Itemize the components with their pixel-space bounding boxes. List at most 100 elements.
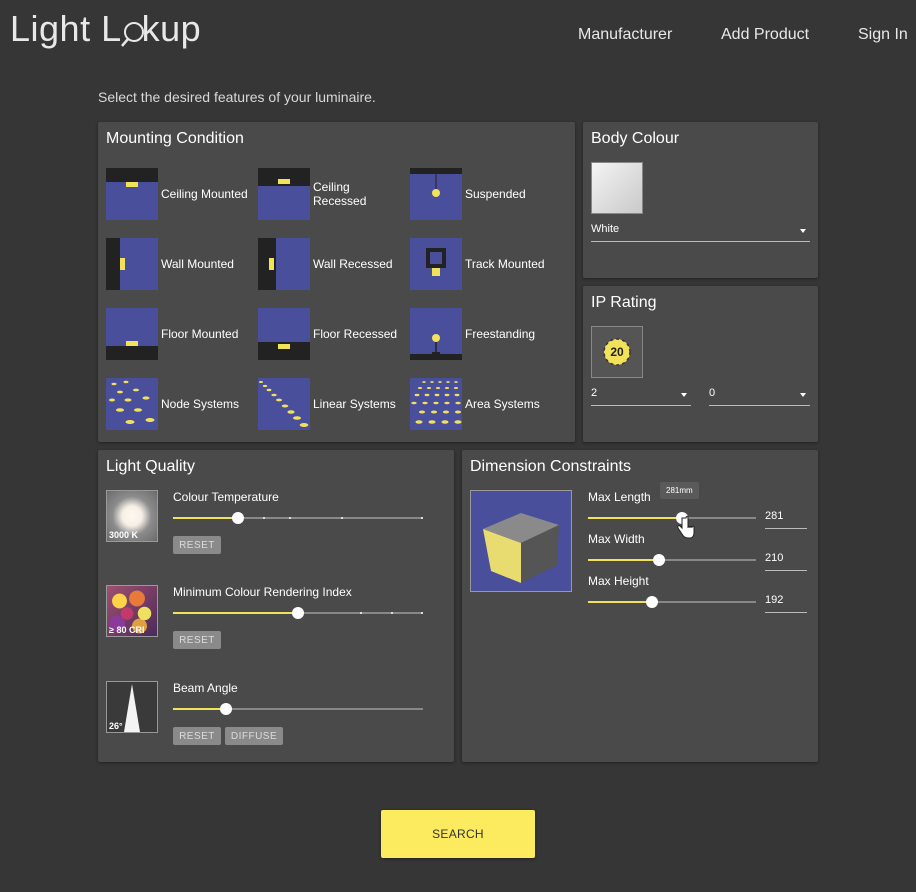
max-width-input[interactable]: 210 [765,552,807,571]
mount-label: Linear Systems [313,397,396,411]
nav-manufacturer[interactable]: Manufacturer [578,26,672,44]
mount-track-mounted[interactable]: Track Mounted [410,238,560,290]
max-width-slider[interactable] [588,554,756,566]
beam-angle-slider[interactable] [173,703,423,715]
body-colour-panel: Body Colour White [583,122,818,278]
mount-wall-recessed[interactable]: Wall Recessed [258,238,408,290]
track-mounted-icon [410,238,462,290]
mount-ceiling-recessed[interactable]: Ceiling Recessed [258,168,408,220]
mount-label: Area Systems [465,397,540,411]
wall-recessed-icon [258,238,310,290]
mount-label: Ceiling Mounted [161,187,248,201]
mount-freestanding[interactable]: Freestanding [410,308,560,360]
dimension-title: Dimension Constraints [470,458,631,475]
body-colour-value: White [591,223,620,235]
colour-temperature-slider[interactable] [173,512,423,524]
mount-label: Track Mounted [465,257,545,271]
area-systems-icon [410,378,462,430]
ip-rating-panel: IP Rating 20 2 0 [583,286,818,442]
wall-mounted-icon [106,238,158,290]
floor-mounted-icon [106,308,158,360]
mount-linear-systems[interactable]: Linear Systems [258,378,408,430]
mount-label: Node Systems [161,397,240,411]
slider-tick [263,517,265,519]
floor-recessed-icon [258,308,310,360]
slider-tick [360,612,362,614]
cri-caption: ≥ 80 CRI [109,625,145,635]
dimension-thumbnail [470,490,572,592]
beam-angle-thumbnail: 26° [106,681,158,733]
slider-knob[interactable] [292,607,304,619]
mount-suspended[interactable]: Suspended [410,168,560,220]
magnifier-icon [120,18,144,47]
mount-floor-mounted[interactable]: Floor Mounted [106,308,256,360]
max-height-input[interactable]: 192 [765,594,807,613]
ip-first-digit-select[interactable]: 2 [591,387,691,406]
slider-tick [341,517,343,519]
slider-knob[interactable] [652,554,665,566]
cri-reset-button[interactable]: RESET [173,631,221,649]
slider-knob[interactable] [219,703,232,715]
max-length-tooltip: 281mm [660,482,699,499]
mount-label: Floor Recessed [313,327,398,341]
max-width-label: Max Width [588,532,645,546]
slider-knob[interactable] [645,596,658,608]
mount-area-systems[interactable]: Area Systems [410,378,560,430]
intro-text: Select the desired features of your lumi… [98,89,376,105]
mount-floor-recessed[interactable]: Floor Recessed [258,308,408,360]
ip-second-digit-select[interactable]: 0 [709,387,810,406]
linear-systems-icon [258,378,310,430]
ip-second-digit-value: 0 [709,387,716,399]
logo[interactable]: Light L kup [10,8,201,50]
mounting-panel: Mounting Condition Ceiling Mounted Ceili… [98,122,575,442]
slider-fill [173,708,226,710]
ip-badge: 20 [591,326,643,378]
beam-angle-label: Beam Angle [173,681,238,695]
nav-sign-in[interactable]: Sign In [858,26,908,44]
ip-rating-title: IP Rating [591,294,657,311]
mount-label: Ceiling Recessed [313,180,367,208]
dimension-panel: Dimension Constraints Max Length 281mm 2… [462,450,818,762]
slider-tick [421,612,423,614]
mount-label: Suspended [465,187,526,201]
mount-wall-mounted[interactable]: Wall Mounted [106,238,256,290]
light-quality-title: Light Quality [106,458,195,475]
suspended-icon [410,168,462,220]
ip-first-digit-value: 2 [591,387,598,399]
max-length-slider[interactable] [588,512,756,524]
body-colour-select[interactable]: White [591,223,810,242]
mount-node-systems[interactable]: Node Systems [106,378,256,430]
node-systems-icon [106,378,158,430]
freestanding-icon [410,308,462,360]
ip-badge-text: 20 [610,345,624,359]
slider-fill [588,559,659,561]
mount-label: Wall Recessed [313,257,393,271]
mount-label: Wall Mounted [161,257,234,271]
search-button[interactable]: SEARCH [381,810,535,858]
mount-ceiling-mounted[interactable]: Ceiling Mounted [106,168,256,220]
chevron-down-icon [800,393,806,397]
max-height-slider[interactable] [588,596,756,608]
colour-temperature-caption: 3000 K [109,530,139,540]
max-height-label: Max Height [588,574,649,588]
slider-fill [588,601,652,603]
light-quality-panel: Light Quality 3000 K Colour Temperature … [98,450,454,762]
mounting-title: Mounting Condition [106,130,244,147]
beam-angle-reset-button[interactable]: RESET [173,727,221,745]
max-length-input[interactable]: 281 [765,510,807,529]
colour-temperature-reset-button[interactable]: RESET [173,536,221,554]
mount-label: Floor Mounted [161,327,239,341]
colour-swatch[interactable] [591,162,643,214]
logo-text-left: Light L [10,8,122,49]
diffuse-button[interactable]: DIFFUSE [225,727,283,745]
slider-knob[interactable] [232,512,244,524]
slider-tick [289,517,291,519]
colour-temperature-thumbnail: 3000 K [106,490,158,542]
body-colour-title: Body Colour [591,130,680,147]
colour-temperature-label: Colour Temperature [173,490,279,504]
nav-add-product[interactable]: Add Product [721,26,809,44]
cri-thumbnail: ≥ 80 CRI [106,585,158,637]
cri-slider[interactable] [173,607,423,619]
ceiling-mounted-icon [106,168,158,220]
ceiling-recessed-icon [258,168,310,220]
